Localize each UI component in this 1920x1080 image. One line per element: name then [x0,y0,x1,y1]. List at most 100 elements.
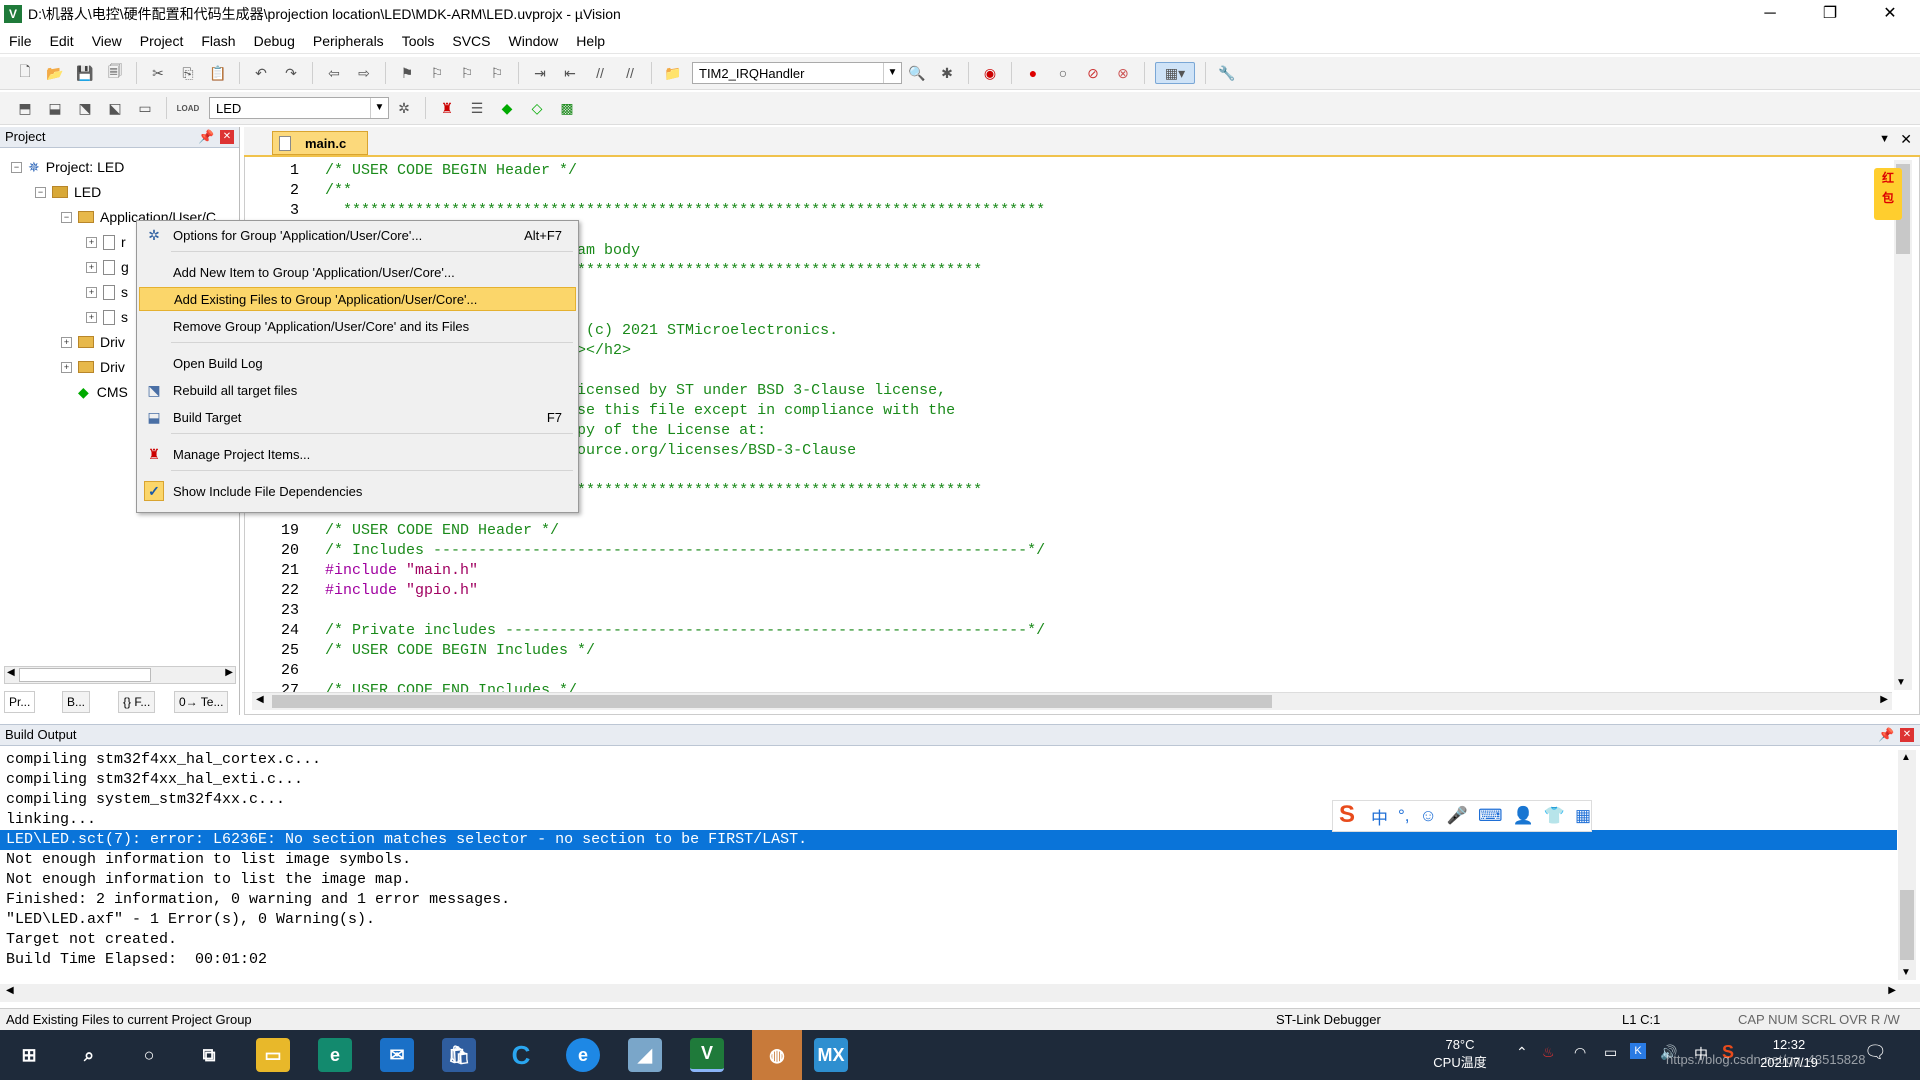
menu-item-build-target[interactable]: ⬓ Build Target F7 [139,405,576,429]
scroll-right-icon[interactable]: ▶ [225,667,233,678]
collapse-icon[interactable]: − [61,211,72,223]
windows-start-icon[interactable]: ⊞ [12,1038,46,1072]
scroll-left-icon[interactable]: ◀ [7,667,15,678]
scroll-right-icon[interactable]: ▶ [1888,985,1896,996]
tree-target-led[interactable]: − LED [35,182,101,202]
scroll-down-icon[interactable]: ▼ [1896,677,1906,688]
close-button[interactable]: ✕ [1860,0,1920,28]
build-output-line[interactable]: Target not created. [6,930,177,950]
build-output-line[interactable]: Finished: 2 information, 0 warning and 1… [6,890,510,910]
breakpoint-disable-icon[interactable]: ○ [1052,62,1074,84]
code-line[interactable]: 21 #include "main.h" [253,561,478,581]
build-icon[interactable]: ⬓ [44,97,66,119]
restore-button[interactable]: ❐ [1800,0,1860,28]
menu-edit[interactable]: Edit [41,33,83,49]
menu-item-show-include-deps[interactable]: ✓ Show Include File Dependencies [139,479,576,503]
tab-main-c[interactable]: main.c [272,131,368,155]
file-explorer-icon[interactable]: ▭ [256,1038,290,1072]
scroll-right-icon[interactable]: ▶ [1880,694,1888,705]
incremental-find-icon[interactable]: ✱ [936,62,958,84]
code-line[interactable]: 20 /* Includes --------------------------… [253,541,1045,561]
menu-flash[interactable]: Flash [192,33,244,49]
function-combo[interactable]: TIM2_IRQHandler ▼ [692,62,902,84]
scroll-thumb[interactable] [272,695,1272,708]
scroll-left-icon[interactable]: ◀ [6,985,14,996]
tab-project[interactable]: Pr... [4,691,36,713]
scroll-down-icon[interactable]: ▼ [1901,967,1911,978]
tree-group-drivers[interactable]: + Driv [61,332,125,352]
breakpoint-kill-all-icon[interactable]: ⊗ [1112,62,1134,84]
store-icon[interactable]: 🛍 [442,1038,476,1072]
build-output-line[interactable]: Not enough information to list image sym… [6,850,411,870]
pin-icon[interactable]: 📌 [1878,725,1894,745]
tree-project-root[interactable]: − ✵ Project: LED [11,157,124,177]
translate-icon[interactable]: ⬒ [14,97,36,119]
floating-helper-icon[interactable]: 红包 [1874,168,1902,220]
expand-icon[interactable]: + [86,236,97,248]
tab-books[interactable]: B... [62,691,91,713]
save-icon[interactable]: 💾 [74,62,96,84]
ime-keyboard-icon[interactable]: ⌨ [1478,806,1503,826]
tree-file[interactable]: + s [86,307,128,327]
save-all-icon[interactable]: 🗐 [104,62,126,84]
mail-icon[interactable]: ✉ [380,1038,414,1072]
pin-icon[interactable]: 📌 [198,127,214,147]
tree-group-drivers[interactable]: + Driv [61,357,125,377]
menu-help[interactable]: Help [567,33,614,49]
ime-punctuation-icon[interactable]: °, [1398,806,1410,826]
menu-peripherals[interactable]: Peripherals [304,33,393,49]
tree-file[interactable]: + s [86,282,128,302]
menu-item-remove-group[interactable]: Remove Group 'Application/User/Core' and… [139,314,576,338]
manage-rte-icon[interactable]: ▩ [556,97,578,119]
indent-icon[interactable]: ⇥ [529,62,551,84]
cortana-icon[interactable]: ○ [132,1038,166,1072]
ie-browser-icon[interactable]: e [566,1038,600,1072]
build-output-line[interactable]: compiling system_stm32f4xx.c... [6,790,285,810]
stm32cubemx-icon[interactable]: MX [814,1038,848,1072]
find-in-files-icon[interactable]: 📁 [662,62,684,84]
battery-icon[interactable]: ▭ [1604,1044,1617,1061]
menu-item-add-existing-files[interactable]: Add Existing Files to Group 'Application… [139,287,576,311]
ime-voice-icon[interactable]: 🎤 [1447,806,1468,826]
ime-user-icon[interactable]: 👤 [1513,806,1534,826]
bookmark-next-icon[interactable]: ⚐ [456,62,478,84]
code-line[interactable]: 23 [253,601,325,621]
tray-app-icon[interactable]: ♨ [1542,1044,1555,1061]
ime-skin-icon[interactable]: 👕 [1544,806,1565,826]
editor-vscrollbar[interactable]: ▼ [1894,160,1912,690]
file-extensions-icon[interactable]: ☰ [466,97,488,119]
build-output-line[interactable]: Build Time Elapsed: 00:01:02 [6,950,267,970]
menu-item-open-build-log[interactable]: Open Build Log [139,351,576,375]
minimize-button[interactable]: ─ [1740,0,1800,28]
cut-icon[interactable]: ✂ [147,62,169,84]
active-app-icon[interactable]: ◍ [752,1030,802,1080]
tree-file[interactable]: + g [86,257,129,277]
comment-icon[interactable]: // [589,62,611,84]
expand-icon[interactable]: + [86,286,97,298]
close-tab-icon[interactable]: ✕ [1900,131,1912,148]
pack-installer-icon[interactable]: ◆ [496,97,518,119]
nav-forward-icon[interactable]: ⇨ [353,62,375,84]
tab-dropdown-icon[interactable]: ▼ [1879,133,1890,145]
app-c-icon[interactable]: C [504,1038,538,1072]
bookmark-clear-icon[interactable]: ⚐ [486,62,508,84]
redo-icon[interactable]: ↷ [280,62,302,84]
build-hscrollbar[interactable]: ◀ ▶ [0,984,1920,1002]
expand-icon[interactable]: + [61,336,72,348]
build-error-line[interactable]: LED\LED.sct(7): error: L6236E: No sectio… [6,830,807,850]
editor-hscrollbar[interactable]: ◀ ▶ [252,692,1892,710]
menu-item-options-for-group[interactable]: ✲ Options for Group 'Application/User/Co… [139,223,576,247]
expand-icon[interactable]: + [86,261,97,273]
target-options-icon[interactable]: ✲ [393,97,415,119]
scroll-left-icon[interactable]: ◀ [256,694,264,705]
ime-toolbox-icon[interactable]: ▦ [1575,806,1591,826]
window-layout-icon[interactable]: ▦▾ [1155,62,1195,84]
project-hscrollbar[interactable]: ◀ ▶ [4,666,236,684]
build-output-line[interactable]: compiling stm32f4xx_hal_exti.c... [6,770,303,790]
ime-toolbar[interactable]: S 中 °, ☺ 🎤 ⌨ 👤 👕 ▦ [1332,800,1592,832]
code-line[interactable]: 25 /* USER CODE BEGIN Includes */ [253,641,595,661]
notifications-icon[interactable]: 🗨 [1864,1042,1887,1063]
show-hidden-icons-icon[interactable]: ⌃ [1516,1044,1528,1061]
stop-build-icon[interactable]: ▭ [134,97,156,119]
close-panel-icon[interactable]: ✕ [1900,728,1914,742]
